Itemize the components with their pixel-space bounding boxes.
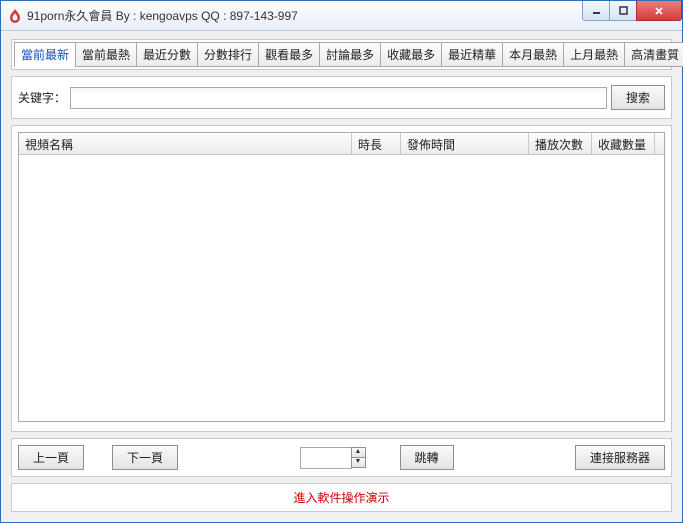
search-label: 关键字： — [18, 89, 66, 106]
page-number-control: ▲ ▼ — [300, 447, 366, 469]
window-title: 91porn永久會員 By : kengoavps QQ : 897-143-9… — [27, 7, 583, 24]
tab-9[interactable]: 上月最熱 — [563, 42, 625, 67]
table-panel: 視頻名稱時長發佈時間播放次數收藏數量 — [11, 125, 672, 432]
status-bar: 進入軟件操作演示 — [11, 483, 672, 512]
spin-down-button[interactable]: ▼ — [351, 457, 366, 468]
maximize-button[interactable] — [609, 1, 637, 21]
app-icon — [7, 8, 23, 24]
column-header[interactable]: 收藏數量 — [592, 133, 655, 154]
tab-4[interactable]: 觀看最多 — [258, 42, 320, 67]
jump-button[interactable]: 跳轉 — [400, 445, 454, 470]
tab-3[interactable]: 分數排行 — [197, 42, 259, 67]
window-controls — [583, 1, 682, 21]
minimize-button[interactable] — [582, 1, 610, 21]
tab-bar: 當前最新當前最熱最近分數分數排行觀看最多討論最多收藏最多最近精華本月最熱上月最熱… — [11, 39, 672, 70]
tab-5[interactable]: 討論最多 — [319, 42, 381, 67]
tab-2[interactable]: 最近分數 — [136, 42, 198, 67]
column-header[interactable]: 視頻名稱 — [19, 133, 352, 154]
search-button[interactable]: 搜索 — [611, 85, 665, 110]
tab-0[interactable]: 當前最新 — [14, 42, 76, 67]
tab-6[interactable]: 收藏最多 — [380, 42, 442, 67]
column-header[interactable]: 發佈時間 — [401, 133, 529, 154]
table-header: 視頻名稱時長發佈時間播放次數收藏數量 — [19, 133, 664, 155]
titlebar: 91porn永久會員 By : kengoavps QQ : 897-143-9… — [1, 1, 682, 31]
page-input[interactable] — [300, 447, 352, 469]
connect-server-button[interactable]: 連接服務器 — [575, 445, 665, 470]
client-area: 當前最新當前最熱最近分數分數排行觀看最多討論最多收藏最多最近精華本月最熱上月最熱… — [1, 31, 682, 522]
close-button[interactable] — [636, 1, 682, 21]
page-spinner: ▲ ▼ — [351, 447, 366, 468]
tab-8[interactable]: 本月最熱 — [502, 42, 564, 67]
search-input[interactable] — [70, 87, 607, 109]
tab-1[interactable]: 當前最熱 — [75, 42, 137, 67]
app-window: 91porn永久會員 By : kengoavps QQ : 897-143-9… — [0, 0, 683, 523]
column-header[interactable]: 時長 — [352, 133, 401, 154]
prev-page-button[interactable]: 上一頁 — [18, 445, 84, 470]
tab-7[interactable]: 最近精華 — [441, 42, 503, 67]
search-panel: 关键字： 搜索 — [11, 76, 672, 119]
next-page-button[interactable]: 下一頁 — [112, 445, 178, 470]
column-header[interactable]: 播放次數 — [529, 133, 592, 154]
results-table: 視頻名稱時長發佈時間播放次數收藏數量 — [18, 132, 665, 422]
tab-10[interactable]: 高清畫質 — [624, 42, 683, 67]
pagination-panel: 上一頁 下一頁 ▲ ▼ 跳轉 連接服務器 — [11, 438, 672, 477]
